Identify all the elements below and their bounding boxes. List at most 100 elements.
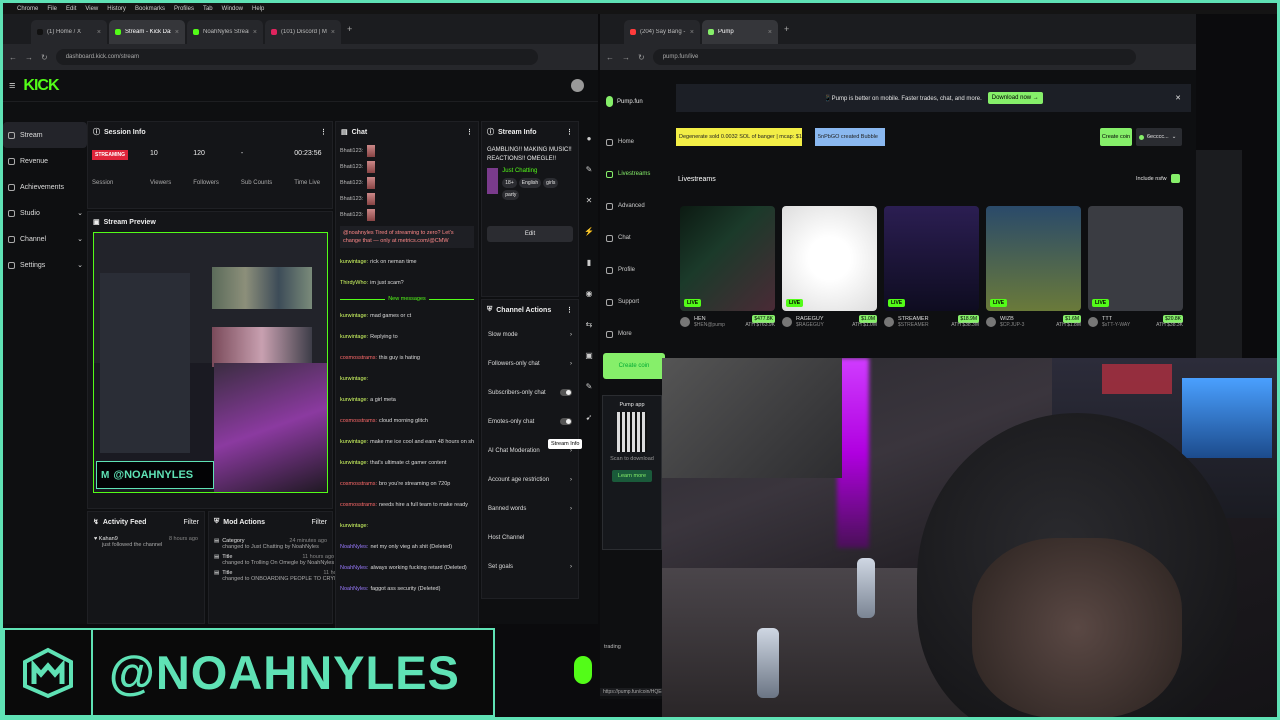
channel-action-banned-words[interactable]: Banned words ›: [482, 494, 578, 523]
sidebar-item-studio[interactable]: Studio ⌄: [3, 200, 87, 226]
close-tab-icon[interactable]: ×: [331, 29, 335, 36]
chat-username[interactable]: NoahNyles:: [340, 564, 368, 572]
menu-item[interactable]: Chrome: [17, 6, 38, 12]
menu-item[interactable]: Profiles: [174, 6, 194, 12]
browser-tab[interactable]: Pump ×: [702, 20, 778, 44]
filter-button[interactable]: Filter: [311, 519, 327, 526]
pump-nav-support[interactable]: Support: [600, 286, 666, 318]
create-coin-button[interactable]: Create coin: [1100, 128, 1132, 146]
nsfw-toggle[interactable]: [1170, 174, 1180, 183]
new-tab-icon[interactable]: +: [784, 24, 789, 34]
user-menu[interactable]: 6ecccc... ⌄: [1136, 128, 1182, 146]
chat-username[interactable]: kurwintage:: [340, 522, 368, 530]
menu-item[interactable]: History: [107, 6, 126, 12]
chat-username[interactable]: cosmosstrams:: [340, 417, 377, 425]
pump-nav-chat[interactable]: Chat: [600, 222, 666, 254]
menu-item[interactable]: Help: [252, 6, 264, 12]
browser-tab[interactable]: Stream - Kick Dashboard ×: [109, 20, 185, 44]
menu-item[interactable]: Window: [222, 6, 243, 12]
browser-tab[interactable]: NoahNyles Stream - Watch... ×: [187, 20, 263, 44]
chat-username[interactable]: Bhati123:: [340, 163, 363, 171]
browser-tab[interactable]: (1) Home / X ×: [31, 20, 107, 44]
livestream-card[interactable]: LIVE RAGEGUY $RAGEGUY $1.0M ATH $1.0M: [782, 206, 877, 328]
wrench-icon[interactable]: ✎: [586, 382, 593, 391]
sidebar-item-revenue[interactable]: Revenue: [3, 148, 87, 174]
chat-username[interactable]: kurwintage:: [340, 312, 368, 320]
chat-username[interactable]: Bhati123:: [340, 179, 363, 187]
browser-tab[interactable]: (101) Discord | Memecoin... ×: [265, 20, 341, 44]
more-icon[interactable]: ⋮: [566, 128, 573, 136]
menu-item[interactable]: View: [85, 6, 98, 12]
chat-username[interactable]: Bhati123:: [340, 147, 363, 155]
tag-chip[interactable]: 18+: [502, 178, 517, 188]
stream-thumbnail[interactable]: LIVE: [782, 206, 877, 311]
stream-thumbnail[interactable]: LIVE: [986, 206, 1081, 311]
toggle-switch[interactable]: [560, 389, 572, 396]
chat-username[interactable]: kurwintage:: [340, 459, 368, 467]
sync-icon[interactable]: ⇆: [586, 320, 593, 329]
forward-icon[interactable]: →: [25, 53, 33, 62]
stream-thumbnail[interactable]: LIVE: [884, 206, 979, 311]
chat-username[interactable]: kurwintage:: [340, 333, 368, 341]
reload-icon[interactable]: ↻: [638, 53, 645, 62]
menu-item[interactable]: File: [47, 6, 57, 12]
filter-button[interactable]: Filter: [183, 519, 199, 526]
channel-action-host-channel[interactable]: Host Channel: [482, 523, 578, 552]
arrow-icon[interactable]: ➹: [586, 413, 593, 422]
bolt-icon[interactable]: ⚡: [584, 227, 594, 236]
tag-chip[interactable]: party: [502, 190, 520, 200]
target-icon[interactable]: ◉: [586, 289, 593, 298]
close-tab-icon[interactable]: ×: [768, 29, 772, 36]
close-icon[interactable]: ✕: [586, 196, 593, 205]
pump-nav-home[interactable]: Home: [600, 126, 666, 158]
more-icon[interactable]: ⋮: [566, 306, 573, 314]
chat-username[interactable]: cosmosstrams:: [340, 480, 377, 488]
chat-username[interactable]: cosmosstrams:: [340, 501, 377, 509]
avatar[interactable]: [571, 79, 584, 92]
channel-action-account-age-restriction[interactable]: Account age restriction ›: [482, 465, 578, 494]
channel-action-emotes-only-chat[interactable]: Emotes-only chat: [482, 407, 578, 436]
stream-thumbnail[interactable]: LIVE: [680, 206, 775, 311]
learn-more-button[interactable]: Learn more: [611, 470, 653, 482]
chat-username[interactable]: cosmosstrams:: [340, 354, 377, 362]
nsfw-filter[interactable]: Include nsfw: [1136, 174, 1180, 183]
close-tab-icon[interactable]: ×: [690, 29, 694, 36]
back-icon[interactable]: ←: [9, 53, 17, 62]
chat-username[interactable]: kurwintage:: [340, 375, 368, 383]
pump-brand[interactable]: Pump.fun: [606, 96, 643, 107]
chat-username[interactable]: NoahNyles:: [340, 585, 368, 593]
menu-item[interactable]: Tab: [203, 6, 213, 12]
record-icon[interactable]: ●: [587, 134, 592, 143]
livestream-card[interactable]: LIVE STREAMER $STREAMER $18.9M ATH $38.3M: [884, 206, 979, 328]
reload-icon[interactable]: ↻: [41, 53, 48, 62]
close-icon[interactable]: ✕: [1175, 94, 1181, 102]
pump-nav-more[interactable]: More: [600, 318, 666, 350]
category-label[interactable]: Just Chatting: [502, 168, 573, 174]
tag-chip[interactable]: girls: [543, 178, 559, 188]
livestream-card[interactable]: LIVE WIZB $CP.JUP-3 $1.6M ATH $1.8M: [986, 206, 1081, 328]
pump-nav-advanced[interactable]: Advanced: [600, 190, 666, 222]
chat-username[interactable]: Bhati123:: [340, 195, 363, 203]
phone-icon[interactable]: ▮: [587, 258, 591, 267]
pump-nav-profile[interactable]: Profile: [600, 254, 666, 286]
stream-preview-video[interactable]: M @NOAHNYLES: [93, 232, 328, 493]
dock-label[interactable]: trading: [604, 644, 621, 650]
channel-action-slow-mode[interactable]: Slow mode ›: [482, 320, 578, 349]
hamburger-icon[interactable]: ≡: [9, 80, 15, 92]
new-tab-icon[interactable]: +: [347, 24, 352, 34]
tag-chip[interactable]: English: [518, 178, 542, 188]
close-tab-icon[interactable]: ×: [97, 29, 101, 36]
channel-action-followers-only-chat[interactable]: Followers-only chat ›: [482, 349, 578, 378]
menu-item[interactable]: Bookmarks: [135, 6, 165, 12]
chat-username[interactable]: Bhati123:: [340, 211, 363, 219]
stream-thumbnail[interactable]: LIVE: [1088, 206, 1183, 311]
kick-logo[interactable]: KICK: [23, 77, 59, 95]
more-icon[interactable]: ⋮: [320, 128, 327, 136]
chat-username[interactable]: NoahNyles:: [340, 543, 368, 551]
forward-icon[interactable]: →: [622, 53, 630, 62]
back-icon[interactable]: ←: [606, 53, 614, 62]
close-tab-icon[interactable]: ×: [253, 29, 257, 36]
url-field[interactable]: pump.fun/live: [652, 49, 1136, 65]
pump-nav-livestreams[interactable]: Livestreams: [600, 158, 666, 190]
create-coin-sidebar-button[interactable]: Create coin: [603, 353, 665, 379]
